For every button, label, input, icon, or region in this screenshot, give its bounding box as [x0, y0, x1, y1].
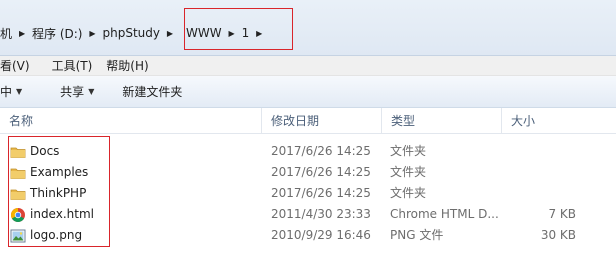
share-button[interactable]: 共享 ▼: [54, 83, 100, 100]
file-size: [504, 183, 576, 204]
breadcrumb-computer[interactable]: 机: [0, 25, 16, 42]
column-header-date[interactable]: 修改日期: [262, 108, 382, 134]
dropdown-arrow-icon: ▼: [16, 87, 23, 96]
file-type: Chrome HTML D...: [390, 207, 499, 221]
file-size: [504, 141, 576, 162]
column-header-type[interactable]: 类型: [382, 108, 502, 134]
file-size: 30 KB: [540, 228, 576, 242]
file-date: 2017/6/26 14:25: [271, 165, 371, 179]
menu-view[interactable]: 看(V): [0, 57, 38, 74]
file-date: 2017/6/26 14:25: [271, 186, 371, 200]
organize-label: 中: [0, 85, 13, 99]
chevron-right-icon[interactable]: ▶: [164, 29, 176, 38]
file-size: 7 KB: [548, 207, 576, 221]
breadcrumb-drive-d[interactable]: 程序 (D:): [28, 25, 86, 42]
file-type: PNG 文件: [390, 228, 444, 242]
new-folder-button[interactable]: 新建文件夹: [116, 83, 188, 100]
command-bar: 中 ▼ 共享 ▼ 新建文件夹: [0, 76, 616, 108]
chevron-right-icon[interactable]: ▶: [86, 29, 98, 38]
share-label: 共享: [60, 85, 85, 99]
breadcrumb-phpstudy[interactable]: phpStudy: [98, 26, 164, 40]
menu-tools[interactable]: 工具(T): [46, 57, 101, 74]
file-date: 2017/6/26 14:25: [271, 144, 371, 158]
menu-bar: 看(V) 工具(T) 帮助(H): [0, 56, 616, 76]
column-header-name[interactable]: 名称: [0, 108, 262, 134]
file-names-highlight-annotation: [8, 136, 110, 247]
organize-button[interactable]: 中 ▼: [0, 83, 28, 100]
new-folder-label: 新建文件夹: [122, 85, 183, 99]
file-type: 文件夹: [390, 186, 427, 200]
address-bar: 机 ▶ 程序 (D:) ▶ phpStudy ▶ WWW ▶ 1 ▶: [0, 0, 616, 56]
column-header-size[interactable]: 大小: [502, 108, 616, 134]
file-type: 文件夹: [390, 144, 427, 158]
menu-help[interactable]: 帮助(H): [100, 57, 156, 74]
file-date: 2010/9/29 16:46: [271, 228, 371, 242]
breadcrumb-highlight-annotation: [184, 8, 293, 50]
file-date: 2011/4/30 23:33: [271, 207, 371, 221]
dropdown-arrow-icon: ▼: [88, 87, 95, 96]
file-type: 文件夹: [390, 165, 427, 179]
file-size: [504, 162, 576, 183]
chevron-right-icon[interactable]: ▶: [16, 29, 28, 38]
column-header-row: 名称 修改日期 类型 大小: [0, 108, 616, 134]
